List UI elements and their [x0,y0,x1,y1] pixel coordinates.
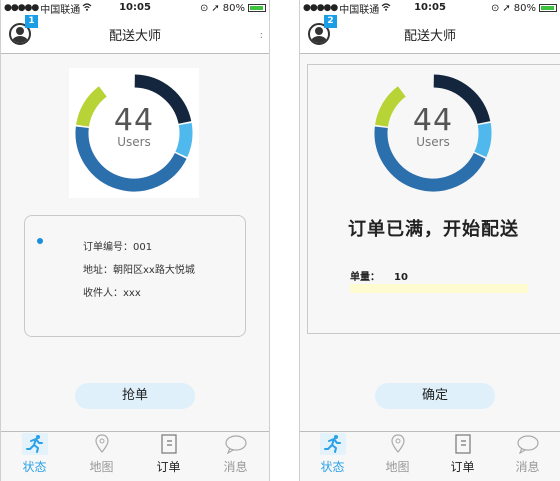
signal-icon: ●●●●● [4,3,39,13]
tab-orders[interactable]: 订单 [135,432,202,481]
carrier-label: 中国联通 [339,4,380,16]
order-address: 地址：朝阳区xx路大悦城 [83,265,195,276]
order-card[interactable]: 订单编号：001 地址：朝阳区xx路大悦城 收件人：xxx [24,215,246,337]
screen-number-badge: 2 [324,15,337,28]
tab-status[interactable]: 状态 [1,432,68,481]
order-full-title: 订单已满，开始配送 [348,219,519,240]
status-bar: ●●●●● 中国联通 10:05 ⊙ ➚ 80% [300,0,560,16]
quantity-bar [350,284,528,293]
chat-bubble-icon [223,433,249,455]
tab-bar: 状态 地图 订单 消息 [300,431,560,481]
battery-icon [539,4,557,12]
map-pin-icon [89,433,115,455]
location-icon: ➚ [502,2,511,14]
tab-label: 状态 [22,460,47,474]
screen-order-full: ●●●●● 中国联通 10:05 ⊙ ➚ 80% 2 配送大师 44 Users… [299,0,560,481]
confirm-button[interactable]: 确定 [375,383,495,409]
location-icon: ➚ [211,2,220,14]
nav-bar: 1 配送大师 : [1,15,269,54]
quantity-label: 单量： [350,272,380,283]
tab-messages[interactable]: 消息 [495,432,560,481]
tab-label: 状态 [320,460,345,474]
tab-label: 地图 [89,460,114,474]
order-list-icon [156,433,182,455]
screen-status: ●●●●● 中国联通 10:05 ⊙ ➚ 80% 1 配送大师 : 44 Use… [0,0,270,481]
chat-bubble-icon [515,433,541,455]
more-icon[interactable]: : [260,30,263,41]
screen-number-badge: 1 [25,15,38,28]
map-pin-icon [385,433,411,455]
order-recipient: 收件人：xxx [83,288,141,299]
status-bar: ●●●●● 中国联通 10:05 ⊙ ➚ 80% [1,0,269,16]
users-donut-chart: 44 Users [69,68,199,198]
tab-map[interactable]: 地图 [68,432,135,481]
order-number: 订单编号：001 [83,242,153,253]
runner-icon [21,433,48,455]
signal-icon: ●●●●● [303,3,338,13]
tab-label: 消息 [515,460,540,474]
tab-label: 消息 [223,460,248,474]
tab-map[interactable]: 地图 [365,432,430,481]
tab-label: 订单 [156,460,181,474]
quantity-value: 10 [394,272,408,283]
wifi-icon [82,2,92,14]
tab-bar: 状态 地图 订单 消息 [1,431,269,481]
tab-label: 地图 [385,460,410,474]
unread-dot [37,238,43,244]
grab-order-button[interactable]: 抢单 [75,383,195,409]
users-donut-chart: 44 Users [368,68,498,198]
runner-icon [319,433,346,455]
donut-label: Users [117,135,151,149]
lock-rotation-icon: ⊙ [490,2,500,14]
tab-messages[interactable]: 消息 [202,432,269,481]
quantity-row: 单量： 10 [350,268,408,283]
carrier-label: 中国联通 [40,4,81,16]
tab-orders[interactable]: 订单 [430,432,495,481]
battery-percent: 80% [513,2,536,14]
wifi-icon [381,2,391,14]
donut-value: 44 [113,103,155,138]
nav-bar: 2 配送大师 [300,15,560,54]
page-title: 配送大师 [403,29,456,44]
battery-icon [248,4,266,12]
lock-rotation-icon: ⊙ [199,2,209,14]
donut-label: Users [416,135,450,149]
page-title: 配送大师 [108,29,161,44]
donut-value: 44 [412,103,454,138]
order-list-icon [450,433,476,455]
tab-label: 订单 [450,460,475,474]
battery-percent: 80% [222,2,245,14]
tab-status[interactable]: 状态 [300,432,365,481]
